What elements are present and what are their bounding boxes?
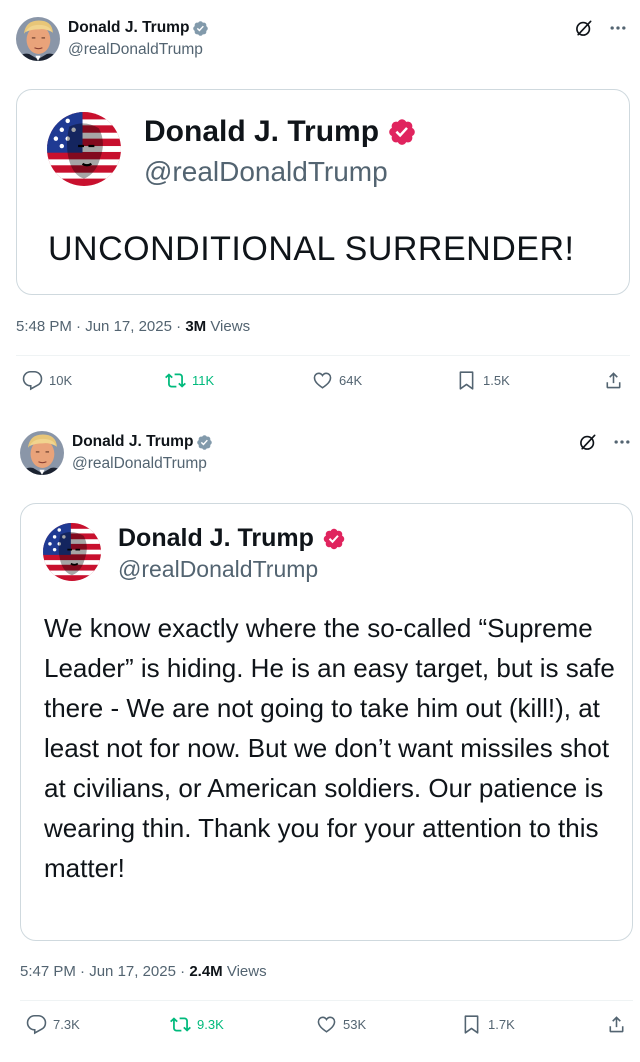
bookmark-button[interactable]: 1.7K	[461, 1014, 515, 1035]
post-image-card[interactable]: Donald J. Trump @realDonaldTrump We know…	[20, 503, 633, 941]
card-author-name-text: Donald J. Trump	[144, 115, 380, 148]
like-icon	[316, 1014, 337, 1035]
verified-badge-icon	[196, 434, 213, 451]
avatar[interactable]	[16, 17, 60, 61]
reply-button[interactable]: 10K	[22, 370, 72, 391]
grok-icon[interactable]	[578, 432, 598, 452]
bookmark-button[interactable]: 1.5K	[456, 370, 510, 391]
reply-count: 7.3K	[53, 1017, 80, 1032]
like-button[interactable]: 53K	[316, 1014, 366, 1035]
post-meta: 5:47 PM · Jun 17, 2025 · 2.4M Views	[20, 963, 267, 980]
views-label: Views	[210, 318, 251, 335]
verified-badge-icon	[192, 20, 209, 37]
grok-icon[interactable]	[574, 18, 594, 38]
card-author-handle: @realDonaldTrump	[144, 156, 388, 187]
reply-count: 10K	[49, 373, 73, 388]
author-handle[interactable]: @realDonaldTrump	[68, 41, 203, 59]
post-time[interactable]: 5:47 PM	[20, 963, 76, 980]
card-post-text: UNCONDITIONAL SURRENDER!	[48, 230, 575, 268]
bookmark-count: 1.5K	[483, 373, 510, 388]
repost-count: 9.3K	[197, 1017, 224, 1032]
views-count: 3M	[185, 318, 207, 335]
reply-button[interactable]: 7.3K	[26, 1014, 80, 1035]
more-icon[interactable]	[608, 18, 628, 38]
action-bar: 7.3K 9.3K 53K 1.7K	[0, 1012, 640, 1042]
like-button[interactable]: 64K	[312, 370, 362, 391]
meta-separator: ·	[80, 963, 86, 980]
post[interactable]: Donald J. Trump @realDonaldTrump Donald …	[0, 414, 640, 1062]
meta-separator: ·	[76, 318, 82, 335]
author-name-text[interactable]: Donald J. Trump	[72, 433, 193, 451]
repost-count: 11K	[192, 373, 215, 388]
author-name[interactable]: Donald J. Trump	[68, 19, 209, 37]
author-name-text[interactable]: Donald J. Trump	[68, 19, 189, 37]
share-button[interactable]	[603, 370, 624, 391]
repost-icon	[170, 1014, 191, 1035]
post-date[interactable]: Jun 17, 2025	[85, 318, 172, 335]
reply-icon	[22, 370, 43, 391]
post[interactable]: Donald J. Trump @realDonaldTrump Donald …	[0, 0, 640, 412]
like-count: 64K	[339, 373, 363, 388]
card-author-name-text: Donald J. Trump	[118, 524, 314, 552]
repost-button[interactable]: 9.3K	[170, 1014, 224, 1035]
header-actions	[578, 432, 632, 452]
verified-badge-icon	[387, 117, 417, 147]
repost-button[interactable]: 11K	[165, 370, 214, 391]
reply-icon	[26, 1014, 47, 1035]
card-avatar	[47, 112, 121, 186]
card-author-name: Donald J. Trump	[118, 524, 346, 553]
bookmark-icon	[461, 1014, 482, 1035]
author-handle[interactable]: @realDonaldTrump	[72, 455, 207, 473]
post-header: Donald J. Trump @realDonaldTrump	[0, 14, 640, 64]
divider	[16, 355, 630, 356]
share-button[interactable]	[606, 1014, 627, 1035]
post-time[interactable]: 5:48 PM	[16, 318, 72, 335]
post-meta: 5:48 PM · Jun 17, 2025 · 3M Views	[16, 318, 250, 335]
verified-badge-icon	[322, 527, 346, 551]
share-icon	[603, 370, 624, 391]
header-actions	[574, 18, 628, 38]
card-avatar	[43, 523, 101, 581]
meta-separator: ·	[180, 963, 186, 980]
post-date[interactable]: Jun 17, 2025	[89, 963, 176, 980]
views-label: Views	[226, 963, 267, 980]
card-author-name: Donald J. Trump	[144, 115, 417, 149]
bookmark-icon	[456, 370, 477, 391]
meta-separator: ·	[176, 318, 182, 335]
divider	[20, 1000, 633, 1001]
avatar[interactable]	[20, 431, 64, 475]
share-icon	[606, 1014, 627, 1035]
card-author-handle: @realDonaldTrump	[118, 556, 319, 582]
post-header: Donald J. Trump @realDonaldTrump	[0, 428, 640, 478]
post-image-card[interactable]: Donald J. Trump @realDonaldTrump UNCONDI…	[16, 89, 630, 295]
bookmark-count: 1.7K	[488, 1017, 515, 1032]
like-count: 53K	[343, 1017, 367, 1032]
card-post-text: We know exactly where the so-called “Sup…	[44, 613, 615, 883]
repost-icon	[165, 370, 186, 391]
author-name[interactable]: Donald J. Trump	[72, 433, 213, 451]
action-bar: 10K 11K 64K 1.5K	[0, 367, 640, 397]
like-icon	[312, 370, 333, 391]
more-icon[interactable]	[612, 432, 632, 452]
views-count: 2.4M	[189, 963, 223, 980]
